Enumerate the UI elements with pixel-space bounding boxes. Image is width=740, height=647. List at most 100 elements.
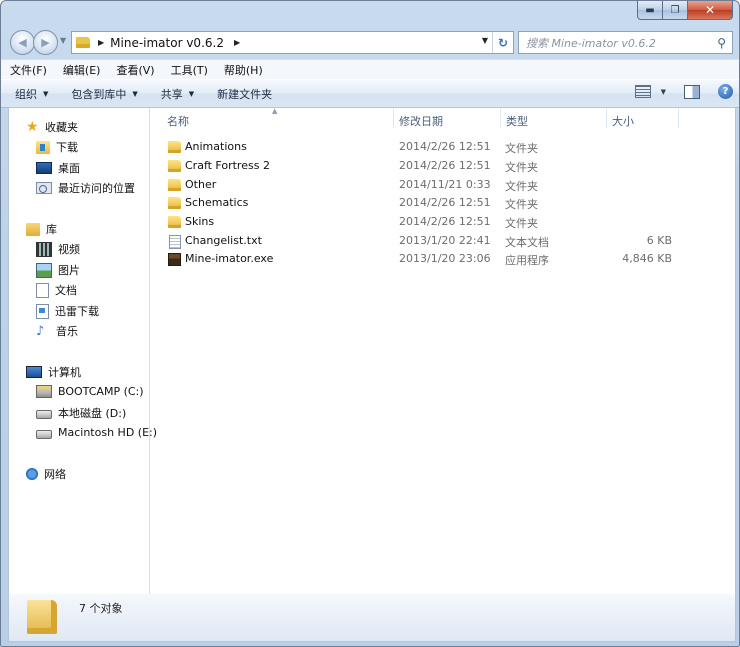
file-date: 2014/2/26 12:51 <box>399 159 491 172</box>
sidebar-item-thunder-downloads[interactable]: 迅雷下载 <box>36 303 99 319</box>
table-row[interactable]: Animations 2014/2/26 12:51 文件夹 <box>166 138 686 156</box>
hard-drive-icon <box>36 410 52 419</box>
table-row[interactable]: Craft Fortress 2 2014/2/26 12:51 文件夹 <box>166 157 686 175</box>
sidebar-item-network[interactable]: 网络 <box>26 466 66 482</box>
file-type: 文件夹 <box>505 180 538 193</box>
address-bar[interactable]: ▶ Mine-imator v0.6.2 ▶ ▼ ↻ <box>71 31 514 54</box>
file-type: 应用程序 <box>505 254 549 267</box>
sidebar-item-documents[interactable]: 文档 <box>36 282 77 298</box>
dropdown-arrow-icon: ▼ <box>660 87 666 96</box>
sidebar-item-recent-places[interactable]: 最近访问的位置 <box>36 180 135 196</box>
preview-pane-button[interactable] <box>684 84 700 99</box>
explorer-window: ▬ ❐ ✕ ◀ ▶ ▼ ▶ Mine-imator v0.6.2 ▶ ▼ ↻ 搜… <box>0 0 740 647</box>
table-row[interactable]: Schematics 2014/2/26 12:51 文件夹 <box>166 194 686 212</box>
file-name: Other <box>185 178 217 191</box>
share-button[interactable]: 共享 ▼ <box>152 86 203 102</box>
maximize-button[interactable]: ❐ <box>663 1 688 20</box>
address-history-dropdown-icon[interactable]: ▼ <box>482 36 488 45</box>
sidebar-item-label: 库 <box>46 223 57 236</box>
organize-label: 组织 <box>15 87 37 101</box>
sidebar-item-label: 本地磁盘 (D:) <box>58 407 127 420</box>
column-header-name[interactable]: 名称 <box>167 113 189 129</box>
organize-button[interactable]: 组织 ▼ <box>6 86 57 102</box>
sidebar-item-label: 迅雷下载 <box>55 305 99 318</box>
sidebar-item-computer[interactable]: 计算机 <box>26 364 81 380</box>
search-box[interactable]: 搜索 Mine-imator v0.6.2 ⚲ <box>518 31 733 54</box>
sidebar-item-label: 下载 <box>56 141 78 154</box>
menu-help[interactable]: 帮助(H) <box>217 62 270 78</box>
menu-tools[interactable]: 工具(T) <box>164 62 215 78</box>
folder-icon <box>168 141 181 153</box>
menu-file[interactable]: 文件(F) <box>3 62 54 78</box>
change-view-button[interactable]: ▼ <box>634 85 666 98</box>
navigation-pane: ★ 收藏夹 下载 桌面 最近访问的位置 库 视频 图片 文档 迅雷下载 ♪ 音乐… <box>9 108 157 594</box>
file-date: 2013/1/20 22:41 <box>399 234 491 247</box>
download-library-icon <box>36 303 49 319</box>
sidebar-item-drive-d[interactable]: 本地磁盘 (D:) <box>36 405 126 421</box>
sidebar-item-drive-c[interactable]: BOOTCAMP (C:) <box>36 385 144 398</box>
sidebar-item-favorites[interactable]: ★ 收藏夹 <box>26 119 78 135</box>
recent-pages-dropdown-icon[interactable]: ▼ <box>60 36 66 45</box>
back-button[interactable]: ◀ <box>10 30 35 55</box>
help-icon[interactable]: ? <box>718 84 733 99</box>
column-divider[interactable] <box>393 108 394 128</box>
column-divider[interactable] <box>678 108 679 128</box>
file-type: 文件夹 <box>505 198 538 211</box>
table-row[interactable]: Other 2014/11/21 0:33 文件夹 <box>166 176 686 194</box>
file-date: 2013/1/20 23:06 <box>399 252 491 265</box>
minimize-button[interactable]: ▬ <box>637 1 663 20</box>
file-name: Changelist.txt <box>185 234 262 247</box>
table-row[interactable]: Changelist.txt 2013/1/20 22:41 文本文档 6 KB <box>166 232 686 250</box>
item-count: 7 个对象 <box>79 602 123 615</box>
caption-buttons: ▬ ❐ ✕ <box>637 1 733 20</box>
file-date: 2014/2/26 12:51 <box>399 140 491 153</box>
search-icon[interactable]: ⚲ <box>717 36 726 50</box>
file-name: Animations <box>185 140 247 153</box>
command-bar: 组织 ▼ 包含到库中 ▼ 共享 ▼ 新建文件夹 ▼ ? <box>1 79 739 108</box>
folder-icon <box>27 600 57 634</box>
sidebar-item-label: 桌面 <box>58 162 80 175</box>
network-icon <box>26 468 38 480</box>
column-header-type[interactable]: 类型 <box>506 113 528 129</box>
main-content: ★ 收藏夹 下载 桌面 最近访问的位置 库 视频 图片 文档 迅雷下载 ♪ 音乐… <box>8 107 736 595</box>
column-header-date[interactable]: 修改日期 <box>399 113 443 129</box>
sidebar-item-drive-e[interactable]: Macintosh HD (E:) <box>36 426 157 439</box>
breadcrumb-current-folder[interactable]: Mine-imator v0.6.2 <box>110 36 224 50</box>
sidebar-item-desktop[interactable]: 桌面 <box>36 160 80 176</box>
file-name: Skins <box>185 215 215 228</box>
menu-view[interactable]: 查看(V) <box>109 62 161 78</box>
table-row[interactable]: Skins 2014/2/26 12:51 文件夹 <box>166 213 686 231</box>
new-folder-label: 新建文件夹 <box>217 87 273 101</box>
sidebar-item-libraries[interactable]: 库 <box>26 221 57 237</box>
menu-edit[interactable]: 编辑(E) <box>56 62 108 78</box>
back-arrow-icon: ◀ <box>18 36 27 49</box>
menu-bar: 文件(F) 编辑(E) 查看(V) 工具(T) 帮助(H) <box>1 59 739 79</box>
folder-icon <box>76 37 90 48</box>
sidebar-item-downloads[interactable]: 下载 <box>36 139 78 155</box>
sidebar-item-pictures[interactable]: 图片 <box>36 262 80 278</box>
sidebar-item-label: 文档 <box>55 284 77 297</box>
breadcrumb-chevron-icon[interactable]: ▶ <box>98 38 104 47</box>
sidebar-item-label: 网络 <box>44 468 66 481</box>
table-row[interactable]: Mine-imator.exe 2013/1/20 23:06 应用程序 4,8… <box>166 250 686 268</box>
application-icon <box>168 253 181 266</box>
breadcrumb-chevron-icon[interactable]: ▶ <box>234 38 240 47</box>
file-type: 文本文档 <box>505 236 549 249</box>
column-header-size[interactable]: 大小 <box>612 113 634 129</box>
sidebar-item-label: 视频 <box>58 243 80 256</box>
column-header-row: ▲ 名称 修改日期 类型 大小 <box>150 107 735 130</box>
new-folder-button[interactable]: 新建文件夹 <box>208 86 281 102</box>
sidebar-item-label: 音乐 <box>56 325 78 338</box>
refresh-button[interactable]: ↻ <box>492 32 513 53</box>
include-in-library-button[interactable]: 包含到库中 ▼ <box>62 86 146 102</box>
document-icon <box>36 282 49 298</box>
column-divider[interactable] <box>500 108 501 128</box>
sidebar-item-videos[interactable]: 视频 <box>36 241 80 257</box>
file-type: 文件夹 <box>505 217 538 230</box>
column-divider[interactable] <box>606 108 607 128</box>
search-input[interactable]: 搜索 Mine-imator v0.6.2 <box>526 35 717 51</box>
refresh-icon: ↻ <box>497 35 509 50</box>
forward-button[interactable]: ▶ <box>33 30 58 55</box>
sidebar-item-music[interactable]: ♪ 音乐 <box>36 323 78 339</box>
close-button[interactable]: ✕ <box>688 1 733 20</box>
